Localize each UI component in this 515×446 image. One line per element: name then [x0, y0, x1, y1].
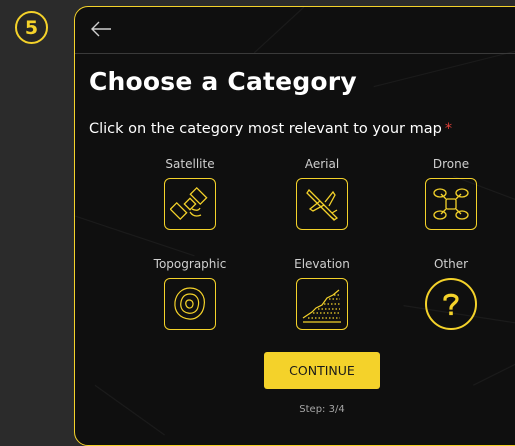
category-aerial[interactable]: Aerial: [267, 157, 377, 230]
airplane-icon: [296, 178, 348, 230]
category-label: Topographic: [153, 257, 227, 271]
category-dialog: Choose a Category Click on the category …: [74, 6, 515, 446]
category-label: Other: [433, 257, 469, 271]
required-asterisk: *: [444, 121, 453, 137]
step-progress-text: Step: 3/4: [299, 404, 345, 415]
category-label: Satellite: [165, 157, 215, 171]
category-topographic[interactable]: Topographic: [135, 257, 245, 330]
category-label: Drone: [432, 157, 470, 171]
dialog-header: [75, 7, 515, 54]
elevation-icon: [296, 278, 348, 330]
drone-icon: [425, 178, 477, 230]
question-mark-icon: [425, 278, 477, 330]
step-number-badge: 5: [15, 11, 48, 44]
category-satellite[interactable]: Satellite: [135, 157, 245, 230]
instruction-label: Click on the category most relevant to y…: [89, 121, 442, 137]
arrow-left-icon: [91, 21, 111, 37]
continue-button[interactable]: CONTINUE: [264, 352, 380, 389]
category-label: Aerial: [304, 157, 340, 171]
category-elevation[interactable]: Elevation: [267, 257, 377, 330]
category-other[interactable]: Other: [396, 257, 506, 330]
instruction-text: Click on the category most relevant to y…: [89, 121, 452, 137]
category-label: Elevation: [294, 257, 350, 271]
category-drone[interactable]: Drone: [396, 157, 506, 230]
back-button[interactable]: [86, 16, 116, 42]
page-title: Choose a Category: [89, 67, 357, 96]
topographic-icon: [164, 278, 216, 330]
satellite-icon: [164, 178, 216, 230]
